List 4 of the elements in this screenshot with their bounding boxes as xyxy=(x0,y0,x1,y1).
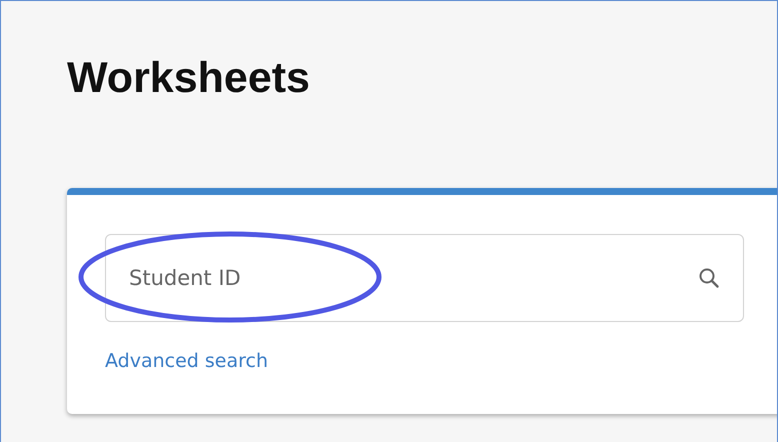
advanced-search-link[interactable]: Advanced search xyxy=(105,350,268,372)
search-field[interactable]: Student ID xyxy=(105,234,744,322)
page-title: Worksheets xyxy=(67,53,311,104)
search-icon[interactable] xyxy=(698,267,720,289)
